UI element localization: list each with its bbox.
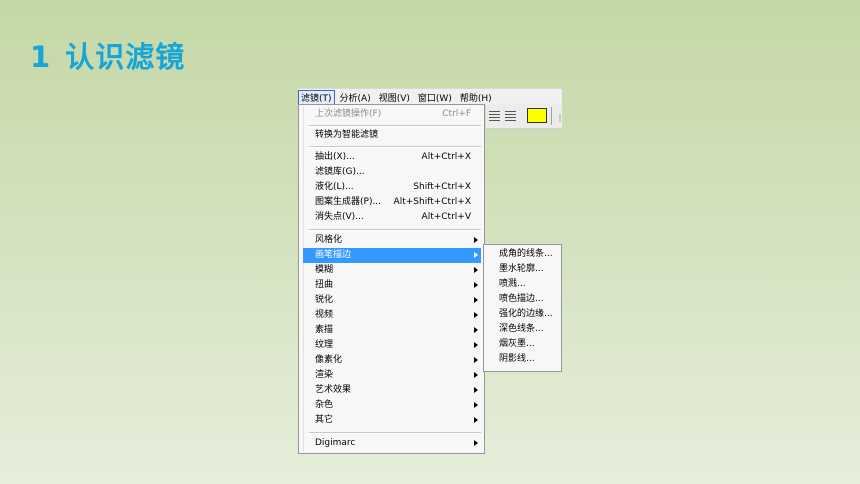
menu-item-filter-gallery[interactable]: 滤镜库(G)... bbox=[303, 165, 481, 180]
menu-item-distort[interactable]: 扭曲 bbox=[303, 278, 481, 293]
menu-item-label: 抽出(X)... bbox=[315, 152, 355, 162]
menu-item-label: 消失点(V)... bbox=[315, 212, 364, 222]
submenu-item-label: 烟灰墨... bbox=[499, 339, 535, 349]
submenu-arrow-icon bbox=[474, 440, 478, 446]
menubar-item-window[interactable]: 窗口(W) bbox=[415, 90, 455, 105]
menu-separator bbox=[309, 125, 481, 127]
menu-item-digimarc[interactable]: Digimarc bbox=[303, 436, 481, 451]
menu-item-label: Digimarc bbox=[315, 438, 356, 448]
submenu-arrow-icon bbox=[474, 342, 478, 348]
menu-item-label: 图案生成器(P)... bbox=[315, 197, 382, 207]
menubar-item-analysis[interactable]: 分析(A) bbox=[337, 90, 374, 105]
menu-item-label: 艺术效果 bbox=[315, 385, 352, 395]
menu-item-last-filter[interactable]: 上次滤镜操作(F) Ctrl+F bbox=[303, 107, 481, 122]
submenu-item-sumi-e[interactable]: 烟灰墨... bbox=[486, 337, 559, 352]
menu-item-artistic[interactable]: 艺术效果 bbox=[303, 383, 481, 398]
align-right-icon[interactable] bbox=[505, 111, 516, 121]
menu-item-shortcut: Ctrl+F bbox=[442, 109, 471, 119]
menu-separator bbox=[309, 432, 481, 434]
submenu-item-label: 成角的线条... bbox=[499, 249, 553, 259]
menu-item-video[interactable]: 视频 bbox=[303, 308, 481, 323]
submenu-item-label: 阴影线... bbox=[499, 354, 535, 364]
menu-separator bbox=[309, 146, 481, 148]
align-center-icon[interactable] bbox=[489, 111, 500, 121]
menu-item-other[interactable]: 其它 bbox=[303, 413, 481, 428]
slide-title-number: 1 bbox=[30, 40, 52, 74]
menu-item-label: 转换为智能滤镜 bbox=[315, 130, 379, 140]
submenu-item-ink-outlines[interactable]: 墨水轮廓... bbox=[486, 262, 559, 277]
menu-item-sketch[interactable]: 素描 bbox=[303, 323, 481, 338]
submenu-item-angled-strokes[interactable]: 成角的线条... bbox=[486, 247, 559, 262]
toolbar-grip bbox=[559, 114, 561, 122]
menu-item-label: 杂色 bbox=[315, 400, 334, 410]
menu-item-blur[interactable]: 模糊 bbox=[303, 263, 481, 278]
submenu-item-label: 强化的边缘... bbox=[499, 309, 553, 319]
submenu-arrow-icon bbox=[474, 297, 478, 303]
submenu-arrow-icon bbox=[474, 237, 478, 243]
submenu-item-sprayed-strokes[interactable]: 喷色描边... bbox=[486, 292, 559, 307]
menu-item-liquify[interactable]: 液化(L)... Shift+Ctrl+X bbox=[303, 180, 481, 195]
menubar-item-view[interactable]: 视图(V) bbox=[376, 90, 413, 105]
submenu-item-crosshatch[interactable]: 阴影线... bbox=[486, 352, 559, 367]
submenu-item-label: 深色线条... bbox=[499, 324, 544, 334]
menu-item-noise[interactable]: 杂色 bbox=[303, 398, 481, 413]
menubar-item-help[interactable]: 帮助(H) bbox=[457, 90, 495, 105]
menu-item-extract[interactable]: 抽出(X)... Alt+Ctrl+X bbox=[303, 150, 481, 165]
menu-item-label: 锐化 bbox=[315, 295, 334, 305]
menu-item-shortcut: Shift+Ctrl+X bbox=[413, 182, 471, 192]
text-color-swatch[interactable] bbox=[527, 108, 547, 123]
menu-item-label: 画笔描边 bbox=[315, 250, 352, 260]
menu-item-label: 上次滤镜操作(F) bbox=[315, 109, 382, 119]
submenu-item-label: 喷溅... bbox=[499, 279, 526, 289]
menu-item-convert-smart-filter[interactable]: 转换为智能滤镜 bbox=[303, 128, 481, 143]
menu-item-label: 滤镜库(G)... bbox=[315, 167, 365, 177]
menu-item-pattern-maker[interactable]: 图案生成器(P)... Alt+Shift+Ctrl+X bbox=[303, 195, 481, 210]
submenu-arrow-icon bbox=[474, 372, 478, 378]
menu-item-label: 像素化 bbox=[315, 355, 343, 365]
submenu-arrow-icon bbox=[474, 252, 478, 258]
menu-item-vanishing-point[interactable]: 消失点(V)... Alt+Ctrl+V bbox=[303, 210, 481, 225]
submenu-item-dark-strokes[interactable]: 深色线条... bbox=[486, 322, 559, 337]
slide-title: 1 认识滤镜 bbox=[30, 34, 185, 76]
submenu-arrow-icon bbox=[474, 267, 478, 273]
menu-item-label: 素描 bbox=[315, 325, 334, 335]
submenu-item-accented-edges[interactable]: 强化的边缘... bbox=[486, 307, 559, 322]
submenu-arrow-icon bbox=[474, 327, 478, 333]
toolbar-divider bbox=[551, 107, 552, 125]
menu-bar: 滤镜(T) 分析(A) 视图(V) 窗口(W) 帮助(H) bbox=[298, 88, 562, 105]
menu-item-brush-strokes[interactable]: 画笔描边 bbox=[303, 248, 481, 263]
submenu-arrow-icon bbox=[474, 387, 478, 393]
menu-item-label: 渲染 bbox=[315, 370, 334, 380]
filter-menu: 上次滤镜操作(F) Ctrl+F 转换为智能滤镜 抽出(X)... Alt+Ct… bbox=[298, 104, 485, 454]
brush-strokes-submenu: 成角的线条... 墨水轮廓... 喷溅... 喷色描边... 强化的边缘... … bbox=[483, 244, 562, 372]
menu-item-texture[interactable]: 纹理 bbox=[303, 338, 481, 353]
menu-item-pixelate[interactable]: 像素化 bbox=[303, 353, 481, 368]
menu-item-shortcut: Alt+Ctrl+X bbox=[421, 152, 471, 162]
submenu-item-spatter[interactable]: 喷溅... bbox=[486, 277, 559, 292]
menu-item-label: 其它 bbox=[315, 415, 334, 425]
submenu-arrow-icon bbox=[474, 402, 478, 408]
menu-item-stylize[interactable]: 风格化 bbox=[303, 233, 481, 248]
submenu-arrow-icon bbox=[474, 357, 478, 363]
submenu-arrow-icon bbox=[474, 282, 478, 288]
slide-title-text: 认识滤镜 bbox=[65, 40, 186, 74]
submenu-item-label: 墨水轮廓... bbox=[499, 264, 544, 274]
options-toolbar bbox=[486, 104, 562, 129]
menu-item-label: 视频 bbox=[315, 310, 334, 320]
menu-item-label: 纹理 bbox=[315, 340, 334, 350]
menu-item-label: 液化(L)... bbox=[315, 182, 354, 192]
menu-item-shortcut: Alt+Shift+Ctrl+X bbox=[393, 197, 471, 207]
menu-item-label: 扭曲 bbox=[315, 280, 334, 290]
menu-item-label: 模糊 bbox=[315, 265, 334, 275]
menu-item-render[interactable]: 渲染 bbox=[303, 368, 481, 383]
menubar-item-filter[interactable]: 滤镜(T) bbox=[298, 89, 335, 105]
menu-item-label: 风格化 bbox=[315, 235, 343, 245]
submenu-arrow-icon bbox=[474, 312, 478, 318]
submenu-arrow-icon bbox=[474, 417, 478, 423]
menu-item-shortcut: Alt+Ctrl+V bbox=[421, 212, 471, 222]
submenu-item-label: 喷色描边... bbox=[499, 294, 544, 304]
menu-item-sharpen[interactable]: 锐化 bbox=[303, 293, 481, 308]
menu-separator bbox=[309, 229, 481, 231]
